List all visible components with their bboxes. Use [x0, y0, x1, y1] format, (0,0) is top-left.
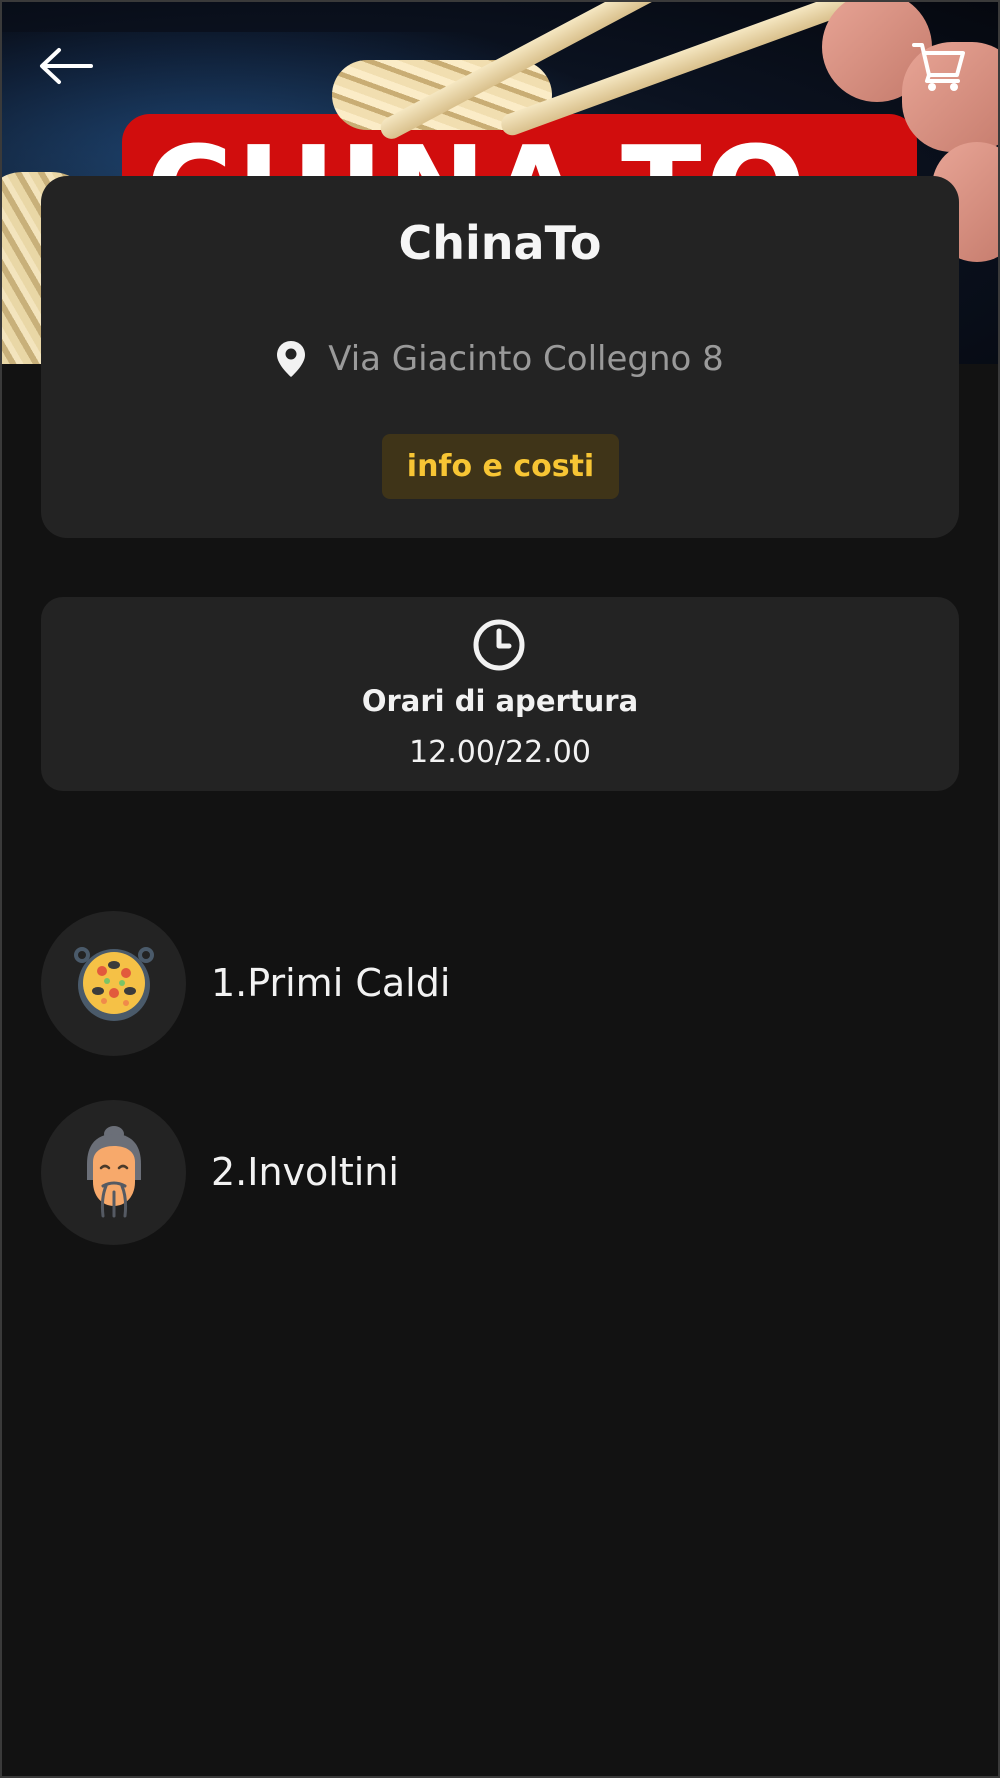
info-costs-button[interactable]: info e costi [382, 434, 619, 499]
category-label: 2.Involtini [211, 1150, 399, 1194]
address-text: Via Giacinto Collegno 8 [328, 339, 724, 379]
opening-hours-title: Orari di apertura [361, 684, 639, 718]
category-item-primi-caldi[interactable]: 1.Primi Caldi [41, 910, 959, 1056]
restaurant-address: Via Giacinto Collegno 8 [41, 339, 959, 379]
opening-hours-value: 12.00/22.00 [409, 735, 591, 770]
opening-hours-card: Orari di apertura 12.00/22.00 [41, 597, 959, 791]
chinese-man-icon [86, 1126, 141, 1218]
location-pin-icon [277, 341, 306, 377]
arrow-left-icon [40, 48, 93, 84]
restaurant-info-card: ChinaTo Via Giacinto Collegno 8 info e c… [41, 176, 959, 538]
category-item-involtini[interactable]: 2.Involtini [41, 1099, 959, 1245]
back-button[interactable] [30, 36, 100, 96]
cart-button[interactable] [904, 34, 974, 98]
category-label: 1.Primi Caldi [211, 961, 451, 1005]
cart-icon [912, 43, 965, 91]
category-avatar [41, 1099, 186, 1245]
restaurant-name: ChinaTo [398, 216, 602, 270]
category-avatar [41, 910, 186, 1056]
clock-icon [473, 619, 525, 671]
paella-pan-icon [73, 947, 154, 1021]
